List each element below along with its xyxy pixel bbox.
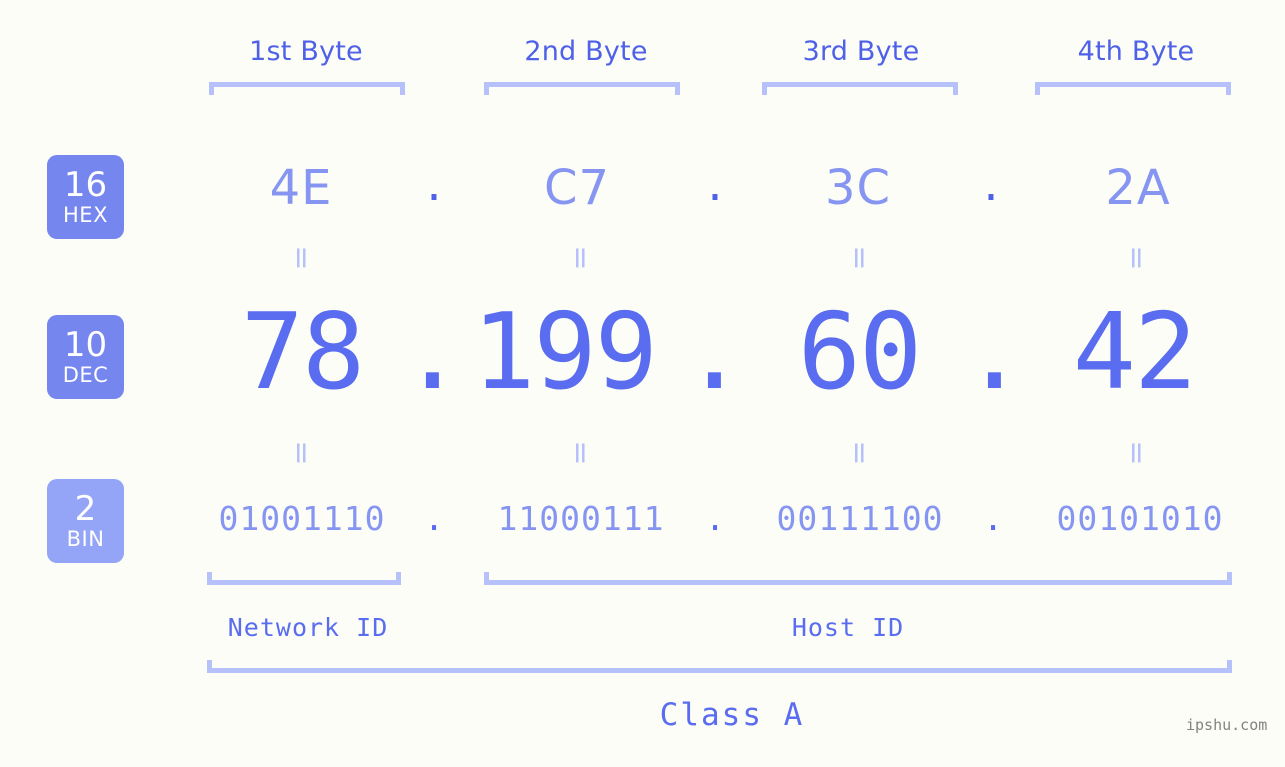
bin-byte-3: 00111100	[776, 499, 944, 538]
radix-badge-hex-number: 16	[63, 165, 108, 205]
bin-separator-3: .	[983, 499, 1003, 538]
radix-badge-hex-name: HEX	[63, 203, 108, 227]
radix-badge-bin-number: 2	[74, 489, 97, 529]
radix-badge-dec-name: DEC	[62, 363, 109, 387]
class-label: Class A	[659, 697, 805, 733]
dec-byte-1: 78	[240, 291, 365, 413]
bin-separator-1: .	[424, 499, 444, 538]
ip-address-breakdown-diagram: 1st Byte 2nd Byte 3rd Byte 4th Byte 16 H…	[0, 0, 1285, 767]
byte-header-label-4: 4th Byte	[1077, 36, 1195, 67]
equals-icon-hex-dec-1: =	[284, 245, 319, 271]
hex-byte-2: C7	[543, 160, 611, 216]
hex-separator-3: .	[983, 156, 999, 212]
bin-separator-2: .	[705, 499, 725, 538]
bin-byte-2: 11000111	[497, 499, 665, 538]
byte-bracket-1	[209, 82, 405, 95]
radix-badge-dec: 10 DEC	[47, 315, 124, 399]
equals-icon-dec-bin-2: =	[563, 440, 598, 466]
equals-icon-dec-bin-1: =	[284, 440, 319, 466]
equals-icon-hex-dec-3: =	[842, 245, 877, 271]
hex-byte-1: 4E	[269, 160, 333, 216]
dec-separator-2: .	[682, 291, 747, 413]
equals-icon-dec-bin-3: =	[842, 440, 877, 466]
bin-byte-4: 00101010	[1056, 499, 1224, 538]
bin-byte-1: 01001110	[218, 499, 386, 538]
equals-icon-hex-dec-2: =	[563, 245, 598, 271]
dec-byte-2: 199	[472, 291, 658, 413]
byte-bracket-2	[484, 82, 680, 95]
hex-byte-3: 3C	[824, 160, 892, 216]
network-id-bracket	[207, 572, 401, 585]
host-id-label: Host ID	[791, 613, 905, 642]
byte-bracket-4	[1035, 82, 1231, 95]
radix-badge-bin-name: BIN	[66, 527, 105, 551]
hex-separator-2: .	[707, 156, 723, 212]
byte-header-label-3: 3rd Byte	[802, 36, 920, 67]
radix-badge-bin: 2 BIN	[47, 479, 124, 563]
hex-byte-4: 2A	[1105, 160, 1171, 216]
dec-byte-4: 42	[1072, 291, 1197, 413]
dec-byte-3: 60	[797, 291, 922, 413]
hex-separator-1: .	[426, 156, 442, 212]
equals-icon-hex-dec-4: =	[1119, 245, 1154, 271]
radix-badge-dec-number: 10	[63, 325, 108, 365]
byte-header-label-2: 2nd Byte	[524, 36, 648, 67]
network-id-label: Network ID	[227, 613, 389, 642]
host-id-bracket	[484, 572, 1232, 585]
byte-bracket-3	[762, 82, 958, 95]
radix-badge-hex: 16 HEX	[47, 155, 124, 239]
watermark: ipshu.com	[1186, 716, 1268, 734]
equals-icon-dec-bin-4: =	[1119, 440, 1154, 466]
byte-header-label-1: 1st Byte	[249, 36, 363, 67]
class-bracket	[207, 660, 1232, 673]
